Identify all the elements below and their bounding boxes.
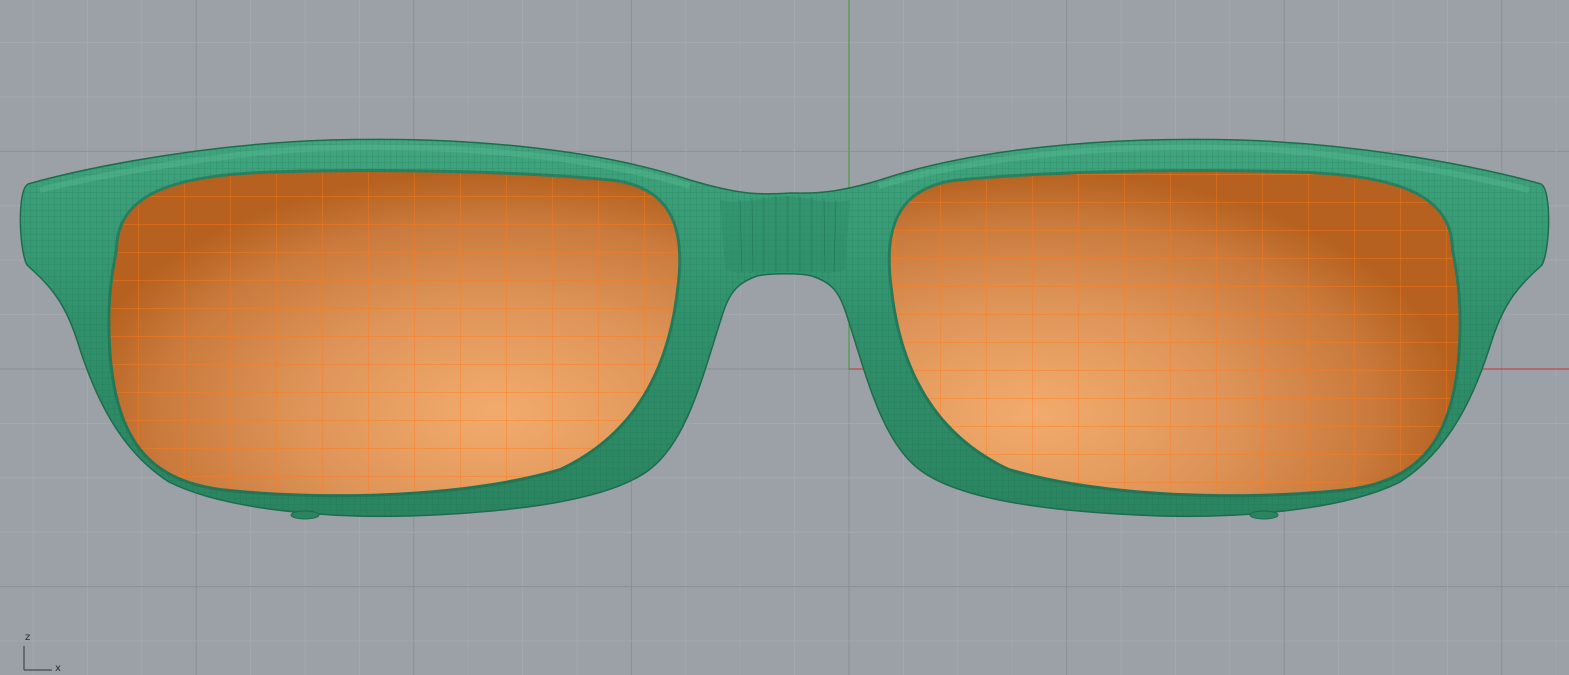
- nose-pad-left: [290, 510, 320, 520]
- axis-z-label: z: [25, 632, 31, 643]
- frame-bridge: [720, 196, 850, 273]
- rhino-front-viewport[interactable]: z x: [0, 0, 1569, 675]
- axis-gizmo: [23, 646, 52, 671]
- viewport-canvas[interactable]: [0, 0, 1569, 675]
- axis-x-label: x: [55, 663, 61, 674]
- nose-pad-right: [1249, 510, 1279, 520]
